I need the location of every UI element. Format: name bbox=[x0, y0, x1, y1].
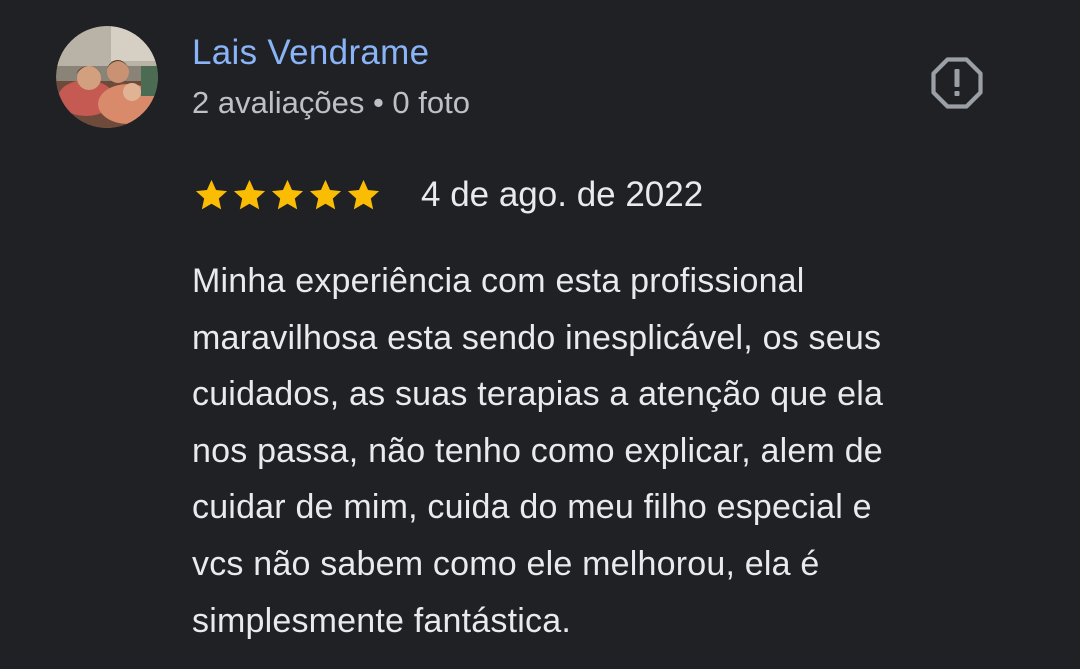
review-card: Lais Vendrame 2 avaliações • 0 foto 4 de… bbox=[0, 0, 1080, 669]
review-text-line: simplesmente fantástica. bbox=[192, 601, 571, 640]
review-text-line: maravilhosa esta sendo inesplicável, os … bbox=[192, 318, 882, 357]
review-text-line: vcs não sabem como ele melhorou, ela é bbox=[192, 544, 820, 583]
star-icon bbox=[233, 179, 266, 210]
star-icon bbox=[195, 179, 228, 210]
review-text-line: nos passa, não tenho como explicar, alem… bbox=[192, 431, 883, 470]
star-rating bbox=[193, 176, 382, 214]
reviewer-stats: 2 avaliações • 0 foto bbox=[192, 85, 470, 120]
review-text-line: Minha experiência com esta profissional bbox=[192, 262, 805, 300]
review-text-line: cuidados, as suas terapias a atenção que… bbox=[192, 375, 884, 414]
review-text-line: cuidar de mim, cuida do meu filho especi… bbox=[192, 488, 872, 527]
star-icon bbox=[271, 179, 304, 210]
reviewer-avatar[interactable] bbox=[56, 26, 158, 128]
review-text: Minha experiência com esta profissional … bbox=[192, 253, 1022, 649]
review-date: 4 de ago. de 2022 bbox=[421, 175, 704, 214]
star-icon bbox=[347, 179, 380, 210]
star-icon bbox=[309, 179, 342, 210]
avatar-photo-icon bbox=[56, 26, 158, 128]
reviewer-name[interactable]: Lais Vendrame bbox=[192, 33, 429, 73]
report-icon[interactable] bbox=[929, 55, 985, 111]
